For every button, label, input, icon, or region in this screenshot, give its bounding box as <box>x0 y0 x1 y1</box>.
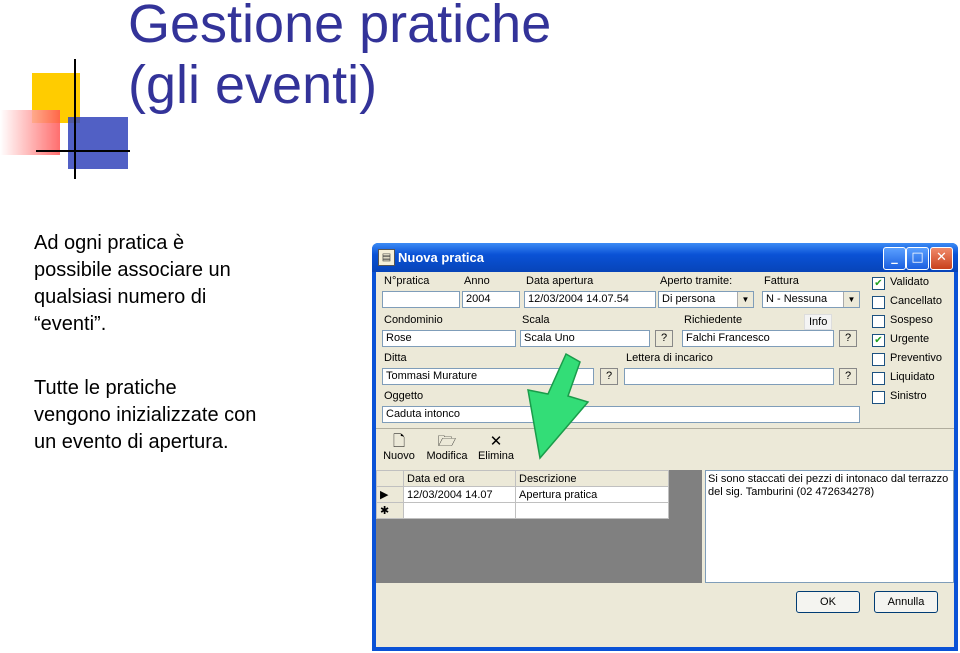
title-line-1: Gestione pratiche <box>128 0 552 54</box>
window-client-area: N°pratica Anno 2004 Data apertura 12/03/… <box>376 272 954 647</box>
lettera-incarico-field[interactable] <box>624 368 834 385</box>
paragraph-2-line: vengono inizializzate con <box>34 404 257 426</box>
note-textarea[interactable]: Si sono staccati dei pezzi di intonaco d… <box>705 470 954 583</box>
richiedente-label: Richiedente <box>684 314 743 326</box>
paragraph-1-line: Ad ogni pratica è <box>34 232 185 254</box>
elimina-label: Elimina <box>477 450 515 462</box>
slide-decoration <box>0 55 130 180</box>
chevron-down-icon[interactable]: ▼ <box>737 292 753 307</box>
paragraph-1-line: possibile associare un <box>34 259 231 281</box>
column-header[interactable]: Data ed ora <box>403 470 516 487</box>
divider <box>376 428 954 429</box>
data-apertura-field[interactable]: 12/03/2004 14.07.54 <box>524 291 656 308</box>
table-row[interactable]: ▶ 12/03/2004 14.07 Apertura pratica <box>376 486 669 503</box>
close-button[interactable]: ✕ <box>930 247 953 270</box>
n-pratica-field[interactable] <box>382 291 460 308</box>
new-row-icon: ✱ <box>376 502 404 519</box>
fattura-select[interactable]: N - Nessuna ▼ <box>762 291 860 308</box>
checkbox-label: Urgente <box>890 333 930 345</box>
paragraph-2-line: un evento di apertura. <box>34 431 229 453</box>
condominio-field[interactable]: Rose <box>382 330 516 347</box>
aperto-tramite-select[interactable]: Di persona ▼ <box>658 291 754 308</box>
checkbox-label: Sinistro <box>890 390 927 402</box>
aperto-tramite-label: Aperto tramite: <box>660 275 733 287</box>
richiedente-field[interactable]: Falchi Francesco <box>682 330 834 347</box>
scala-field[interactable]: Scala Uno <box>520 330 650 347</box>
checkbox-label: Preventivo <box>890 352 942 364</box>
lettera-lookup-button[interactable]: ? <box>839 368 857 385</box>
app-icon: ▤ <box>378 249 395 266</box>
anno-field[interactable]: 2004 <box>462 291 520 308</box>
check-icon: ✔ <box>872 334 885 347</box>
checkbox-label: Liquidato <box>890 371 935 383</box>
nuovo-label: Nuovo <box>383 450 415 462</box>
annulla-button[interactable]: Annulla <box>874 591 938 613</box>
table-cell-data[interactable]: 12/03/2004 14.07 <box>403 486 516 503</box>
aperto-tramite-value: Di persona <box>662 293 716 305</box>
scala-label: Scala <box>522 314 550 326</box>
maximize-button[interactable]: □ <box>906 247 929 270</box>
column-header[interactable]: Descrizione <box>515 470 669 487</box>
checkbox-label: Sospeso <box>890 314 933 326</box>
fattura-label: Fattura <box>764 275 799 287</box>
table-header-row: Data ed ora Descrizione <box>376 470 669 487</box>
open-folder-icon: 🗁 <box>437 432 457 450</box>
condominio-label: Condominio <box>384 314 443 326</box>
window-title: Nuova pratica <box>398 250 484 265</box>
new-document-icon: 🗋 <box>392 432 406 450</box>
paragraph-1: Ad ogni pratica è possibile associare un… <box>34 230 231 338</box>
lettera-incarico-label: Lettera di incarico <box>626 352 713 364</box>
table-cell-descrizione[interactable]: Apertura pratica <box>515 486 669 503</box>
slide-title: Gestione pratiche (gli eventi) <box>128 0 551 116</box>
fattura-value: N - Nessuna <box>766 293 828 305</box>
minimize-button[interactable]: _ <box>883 247 906 270</box>
row-selector-header <box>376 470 404 487</box>
nuovo-button[interactable]: 🗋 Nuovo <box>380 432 418 462</box>
info-label: Info <box>804 314 833 330</box>
paragraph-1-line: qualsiasi numero di <box>34 286 207 308</box>
window-titlebar[interactable]: ▤ Nuova pratica _ □ ✕ <box>372 243 958 272</box>
data-apertura-label: Data apertura <box>526 275 594 287</box>
green-arrow-icon <box>527 352 590 460</box>
anno-label: Anno <box>464 275 490 287</box>
table-row-new[interactable]: ✱ <box>376 502 669 519</box>
status-checkboxes: ✔ Validato Cancellato Sospeso ✔ Urgente Pr… <box>872 276 952 417</box>
checkbox-label: Validato <box>890 276 929 288</box>
oggetto-label: Oggetto <box>384 390 424 402</box>
n-pratica-label: N°pratica <box>384 275 430 287</box>
check-icon: ✔ <box>872 277 885 290</box>
scala-lookup-button[interactable]: ? <box>655 330 673 347</box>
delete-icon: ✕ <box>489 432 503 450</box>
chevron-down-icon[interactable]: ▼ <box>843 292 859 307</box>
events-grid: Data ed ora Descrizione ▶ 12/03/2004 14.… <box>376 470 702 583</box>
modifica-button[interactable]: 🗁 Modifica <box>424 432 470 462</box>
ditta-label: Ditta <box>384 352 407 364</box>
paragraph-2-line: Tutte le pratiche <box>34 377 177 399</box>
checkbox-label: Cancellato <box>890 295 942 307</box>
modifica-label: Modifica <box>426 450 468 462</box>
paragraph-2: Tutte le pratiche vengono inizializzate … <box>34 375 256 456</box>
richiedente-lookup-button[interactable]: ? <box>839 330 857 347</box>
nuova-pratica-window: ▤ Nuova pratica _ □ ✕ N°pratica Anno 200… <box>372 243 958 651</box>
events-table: Data ed ora Descrizione ▶ 12/03/2004 14.… <box>376 470 669 519</box>
current-row-icon: ▶ <box>376 486 404 503</box>
paragraph-1-line: “eventi”. <box>34 313 107 335</box>
table-cell-data[interactable] <box>403 502 516 519</box>
ok-button[interactable]: OK <box>796 591 860 613</box>
table-cell-descrizione[interactable] <box>515 502 669 519</box>
elimina-button[interactable]: ✕ Elimina <box>476 432 516 462</box>
title-line-2: (gli eventi) <box>128 55 378 115</box>
